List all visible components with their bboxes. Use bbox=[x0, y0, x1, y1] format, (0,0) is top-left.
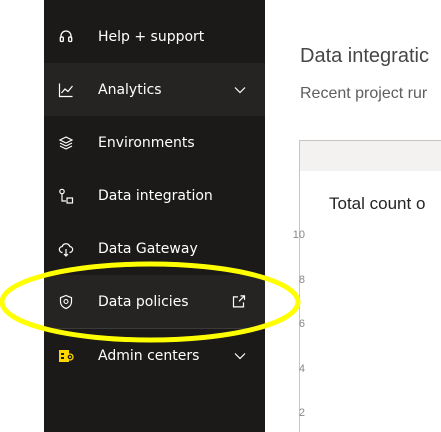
y-tick-label: 10 bbox=[292, 229, 305, 241]
sidebar-item-label: Help + support bbox=[98, 28, 205, 45]
page-title: Data integratic bbox=[300, 45, 429, 68]
y-tick-label: 6 bbox=[298, 318, 305, 330]
sidebar-item-admin-centers[interactable]: Admin centers bbox=[44, 329, 265, 382]
cloud-gateway-icon bbox=[57, 240, 75, 258]
line-chart-icon bbox=[57, 81, 75, 99]
shield-icon bbox=[57, 293, 75, 311]
main-content: Data integratic Recent project rur Total… bbox=[265, 0, 441, 432]
admin-centers-icon bbox=[57, 347, 75, 365]
chevron-down-icon[interactable] bbox=[233, 349, 247, 363]
sidebar-item-label: Data policies bbox=[98, 293, 189, 310]
sidebar-item-help-support[interactable]: Help + support bbox=[44, 10, 265, 63]
sidebar-item-label: Data Gateway bbox=[98, 240, 198, 257]
sidebar-item-environments[interactable]: Environments bbox=[44, 116, 265, 169]
external-link-icon[interactable] bbox=[231, 293, 247, 309]
chart-title: Total count o bbox=[329, 194, 426, 213]
headset-icon bbox=[57, 28, 75, 46]
y-tick-label: 2 bbox=[298, 407, 305, 419]
sidebar-item-data-policies[interactable]: Data policies bbox=[44, 275, 265, 328]
y-tick-label: 4 bbox=[298, 363, 305, 375]
sidebar-item-analytics[interactable]: Analytics bbox=[44, 63, 265, 116]
sidebar-nav: Help + support Analytics Environments Da… bbox=[44, 0, 265, 432]
sidebar-item-label: Analytics bbox=[98, 81, 162, 98]
sidebar-item-data-integration[interactable]: Data integration bbox=[44, 169, 265, 222]
chevron-down-icon[interactable] bbox=[233, 83, 247, 97]
sidebar-item-label: Data integration bbox=[98, 187, 213, 204]
card-header bbox=[300, 141, 441, 171]
page-subtitle: Recent project rur bbox=[300, 85, 428, 102]
sidebar-item-label: Admin centers bbox=[98, 347, 200, 364]
sidebar-item-label: Environments bbox=[98, 134, 195, 151]
layers-icon bbox=[57, 134, 75, 152]
sidebar-item-data-gateway[interactable]: Data Gateway bbox=[44, 222, 265, 275]
left-margin bbox=[0, 0, 44, 432]
y-tick-label: 8 bbox=[298, 274, 305, 286]
data-integration-icon bbox=[57, 187, 75, 205]
chart-card: Total count o 10 8 6 4 2 bbox=[293, 140, 441, 432]
